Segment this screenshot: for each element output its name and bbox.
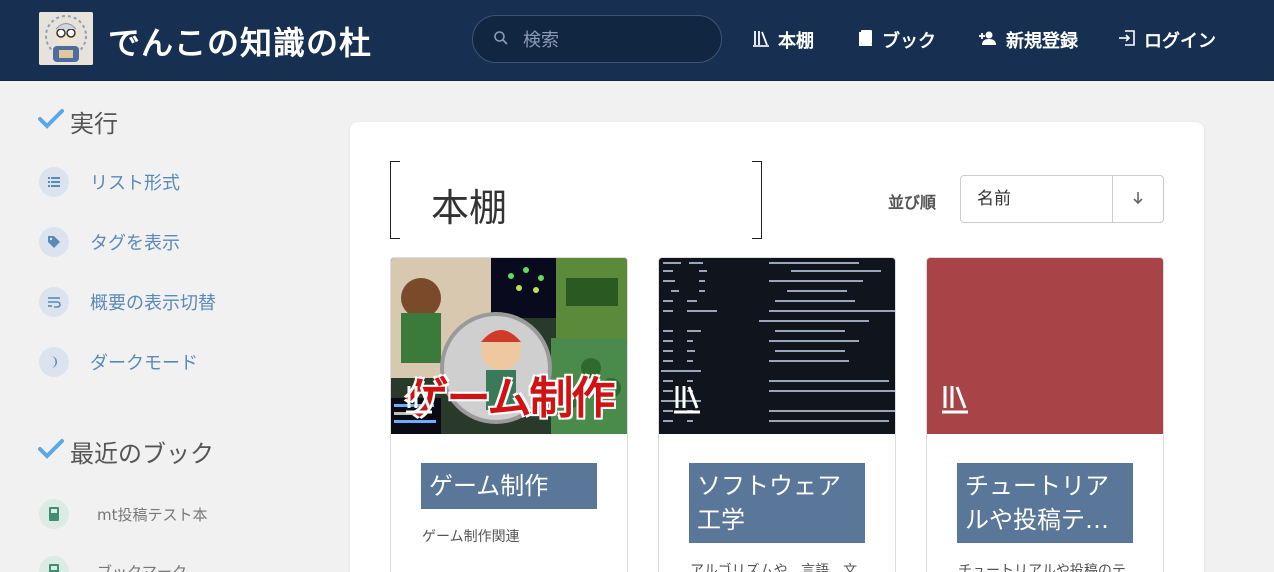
sidebar-item-label: タグを表示 — [90, 233, 180, 254]
sidebar-actions-heading: 実行 — [38, 104, 118, 139]
check-icon — [38, 108, 64, 136]
sidebar-item-label: 概要の表示切替 — [90, 293, 216, 314]
search-box[interactable] — [472, 15, 722, 63]
site-logo[interactable] — [39, 12, 93, 65]
nav-register-label: 新規登録 — [1006, 31, 1078, 52]
book-description: チュートリアルや投稿のテ — [958, 563, 1126, 572]
shelves-icon — [673, 384, 701, 418]
book-card-tutorial[interactable]: チュートリアルや投稿テ… チュートリアルや投稿のテ — [926, 257, 1164, 572]
sidebar-actions-heading-label: 実行 — [70, 110, 118, 138]
sidebar-item-show-tags[interactable]: タグを表示 — [39, 226, 180, 258]
arrow-down-icon — [1132, 190, 1144, 209]
sidebar-item-dark-mode[interactable]: ダークモード — [39, 346, 198, 378]
book-description: ゲーム制作関連 — [422, 529, 520, 545]
sidebar-recent-book[interactable]: ブックマーク — [39, 556, 187, 572]
sidebar-recent-heading-label: 最近のブック — [70, 440, 214, 468]
tag-icon — [39, 227, 69, 257]
book-description: アルゴリズムや、言語、文 — [690, 563, 858, 572]
book-card-software-eng[interactable]: ソフトウェア工学 アルゴリズムや、言語、文 — [658, 257, 896, 572]
list-icon — [39, 167, 69, 197]
shelves-icon — [752, 29, 778, 52]
moon-icon — [39, 347, 69, 377]
book-title: ソフトウェア工学 — [689, 463, 865, 543]
nav-shelves-label: 本棚 — [778, 31, 814, 52]
book-cover-image — [927, 258, 1163, 434]
login-icon — [1118, 29, 1144, 51]
shelves-icon — [405, 384, 433, 418]
recent-book-label: mt投稿テスト本 — [97, 505, 208, 524]
book-cover-image: ゲーム制作 — [391, 258, 627, 434]
site-title[interactable]: でんこの知識の杜 — [108, 18, 372, 64]
book-icon — [39, 499, 69, 529]
search-input[interactable] — [523, 26, 703, 54]
page-title: 本棚 — [431, 186, 508, 230]
book-title: ゲーム制作 — [421, 463, 597, 509]
top-navbar: でんこの知識の杜 本棚 ブック 新規登録 ログイン — [0, 0, 1274, 81]
shelves-icon — [941, 384, 969, 418]
title-bracket-left — [390, 161, 400, 239]
sidebar-item-label: リスト形式 — [90, 173, 180, 194]
sidebar-item-label: ダークモード — [90, 353, 198, 374]
book-card-game-dev[interactable]: ゲーム制作 ゲーム制作 ゲーム制作関連 — [390, 257, 628, 572]
nav-books-label: ブック — [882, 31, 936, 52]
book-cover-image — [659, 258, 895, 434]
books-icon — [858, 29, 882, 52]
sidebar-item-toggle-summary[interactable]: 概要の表示切替 — [39, 286, 216, 318]
person-add-icon — [978, 30, 1006, 51]
nav-register[interactable]: 新規登録 — [978, 26, 1078, 54]
sort-select[interactable]: 名前 — [961, 176, 1113, 222]
recent-book-label: ブックマーク — [97, 562, 188, 572]
check-icon — [38, 438, 64, 466]
sort-label: 並び順 — [888, 193, 937, 212]
nav-shelves[interactable]: 本棚 — [752, 26, 814, 54]
nav-login[interactable]: ログイン — [1118, 26, 1216, 54]
nav-login-label: ログイン — [1144, 31, 1216, 52]
nav-books[interactable]: ブック — [858, 26, 936, 54]
shelves-panel: 本棚 並び順 名前 ゲーム制作 ゲーム制作 ゲーム制作関連 ソフトウェア工学 ア… — [350, 122, 1204, 572]
sort-direction-button[interactable] — [1113, 176, 1163, 222]
search-icon — [493, 30, 511, 48]
page-title-frame: 本棚 — [390, 161, 762, 239]
sidebar-recent-heading: 最近のブック — [38, 434, 214, 469]
text-wrap-icon — [39, 287, 69, 317]
book-icon — [39, 556, 69, 572]
title-bracket-right — [752, 161, 762, 239]
sidebar-recent-book[interactable]: mt投稿テスト本 — [39, 499, 208, 529]
sidebar-item-list-view[interactable]: リスト形式 — [39, 166, 180, 198]
book-title: チュートリアルや投稿テ… — [957, 463, 1133, 543]
sort-control: 名前 — [960, 175, 1164, 223]
